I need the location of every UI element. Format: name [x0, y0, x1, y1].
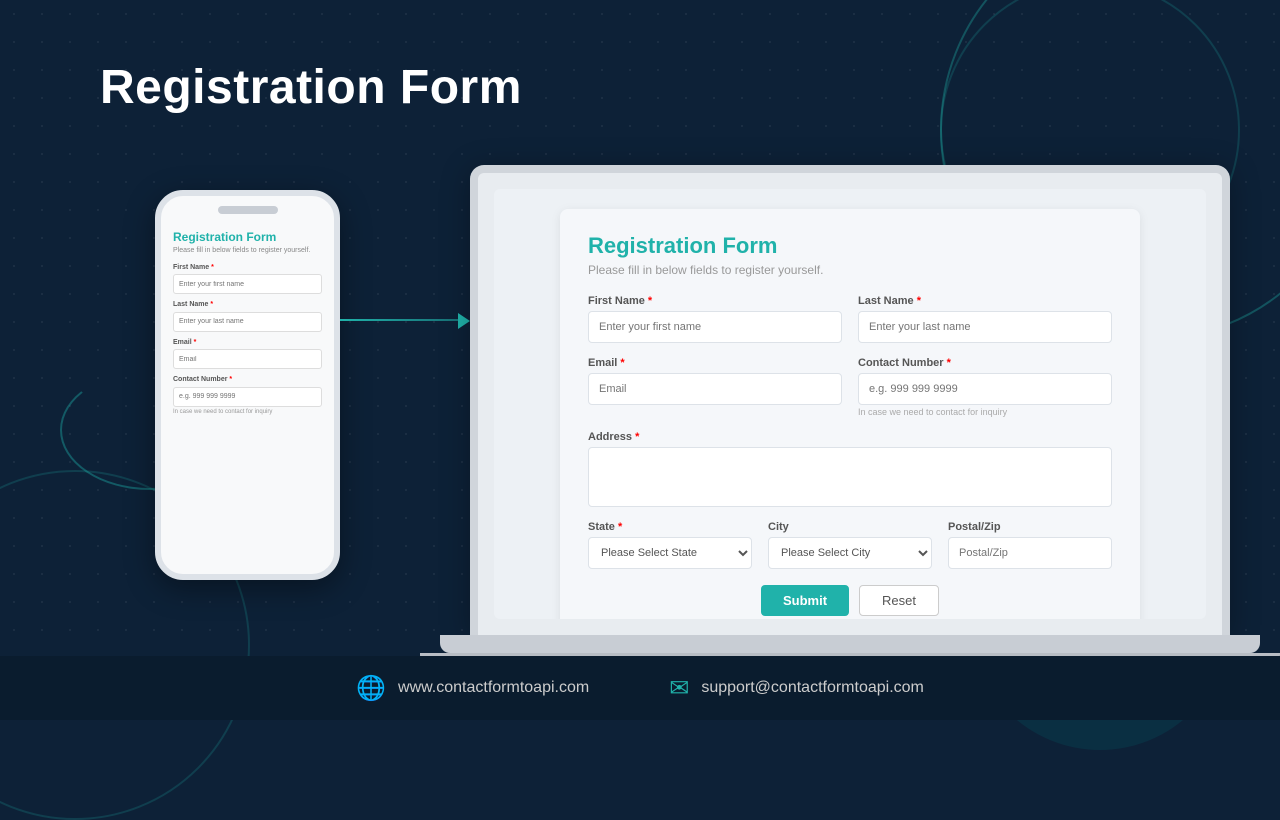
form-buttons: Submit Reset [588, 585, 1112, 616]
input-lastname[interactable] [858, 311, 1112, 343]
label-address: Address * [588, 431, 1112, 443]
label-contact: Contact Number * [858, 357, 1112, 369]
footer-email: ✉ support@contactformtoapi.com [669, 674, 924, 703]
phone-form-title: Registration Form [173, 230, 322, 244]
input-postal[interactable] [948, 537, 1112, 569]
reset-button[interactable]: Reset [859, 585, 939, 616]
submit-button[interactable]: Submit [761, 585, 849, 616]
phone-label-lastname: Last Name * [173, 301, 322, 308]
form-card: Registration Form Please fill in below f… [560, 209, 1140, 619]
form-group-firstname: First Name * [588, 295, 842, 343]
form-card-subtitle: Please fill in below fields to register … [588, 263, 1112, 277]
page-title: Registration Form [100, 60, 522, 115]
form-group-city: City Please Select City [768, 521, 932, 569]
form-row-1: First Name * Last Name * [588, 295, 1112, 343]
input-contact[interactable] [858, 373, 1112, 405]
phone-input-email[interactable] [173, 349, 322, 369]
footer-website-text: www.contactformtoapi.com [398, 679, 589, 697]
arrow-head [458, 313, 470, 329]
form-group-email: Email * [588, 357, 842, 417]
form-group-postal: Postal/Zip [948, 521, 1112, 569]
email-icon: ✉ [669, 674, 689, 703]
form-row-2: Email * Contact Number * In case we need… [588, 357, 1112, 417]
input-firstname[interactable] [588, 311, 842, 343]
phone-input-lastname[interactable] [173, 312, 322, 332]
select-city[interactable]: Please Select City [768, 537, 932, 569]
input-address[interactable] [588, 447, 1112, 507]
phone-input-firstname[interactable] [173, 274, 322, 294]
label-email: Email * [588, 357, 842, 369]
select-state[interactable]: Please Select State [588, 537, 752, 569]
laptop-screen-inner: Registration Form Please fill in below f… [494, 189, 1206, 619]
label-city: City [768, 521, 932, 533]
form-group-contact: Contact Number * In case we need to cont… [858, 357, 1112, 417]
form-row-4: State * Please Select State City Please … [588, 521, 1112, 569]
laptop-mockup: Registration Form Please fill in below f… [470, 165, 1230, 661]
form-group-address: Address * [588, 431, 1112, 507]
label-lastname: Last Name * [858, 295, 1112, 307]
phone-label-firstname: First Name * [173, 264, 322, 271]
arrow-line [340, 319, 460, 321]
form-group-state: State * Please Select State [588, 521, 752, 569]
globe-icon: 🌐 [356, 674, 386, 703]
phone-input-contact[interactable] [173, 387, 322, 407]
arrow-connector [340, 305, 470, 335]
form-card-title: Registration Form [588, 233, 1112, 259]
phone-form-inner: Registration Form Please fill in below f… [161, 222, 334, 427]
form-row-3: Address * [588, 431, 1112, 507]
phone-form-subtitle: Please fill in below fields to register … [173, 246, 322, 256]
laptop-screen-shell: Registration Form Please fill in below f… [470, 165, 1230, 635]
phone-hint-contact: In case we need to contact for inquiry [173, 409, 322, 415]
footer-email-text: support@contactformtoapi.com [701, 679, 924, 697]
phone-speaker [218, 206, 278, 214]
label-postal: Postal/Zip [948, 521, 1112, 533]
hint-contact: In case we need to contact for inquiry [858, 407, 1112, 417]
label-firstname: First Name * [588, 295, 842, 307]
footer: 🌐 www.contactformtoapi.com ✉ support@con… [0, 656, 1280, 720]
phone-label-email: Email * [173, 339, 322, 346]
phone-mockup: Registration Form Please fill in below f… [155, 190, 340, 580]
label-state: State * [588, 521, 752, 533]
phone-label-contact: Contact Number * [173, 376, 322, 383]
input-email[interactable] [588, 373, 842, 405]
form-group-lastname: Last Name * [858, 295, 1112, 343]
laptop-base [440, 635, 1260, 653]
footer-website: 🌐 www.contactformtoapi.com [356, 674, 589, 703]
